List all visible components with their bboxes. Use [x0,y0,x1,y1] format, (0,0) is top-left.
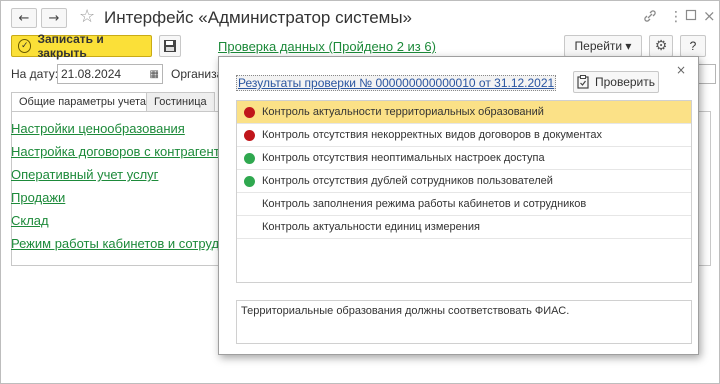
check-result-link[interactable]: Результаты проверки № 000000000000010 от… [236,75,557,91]
tab-hotel[interactable]: Гостиница [146,92,215,112]
check-item[interactable]: Контроль актуальности территориальных об… [237,101,691,124]
check-results-popup: × Результаты проверки № 000000000000010 … [218,56,699,355]
date-value: 21.08.2024 [61,67,122,81]
favorite-star-icon[interactable]: ☆ [79,6,95,27]
check-item-label: Контроль заполнения режима работы кабине… [262,198,587,210]
save-and-close-label: Записать и закрыть [37,32,104,60]
check-item[interactable]: Контроль заполнения режима работы кабине… [237,193,691,216]
check-item[interactable]: Контроль актуальности единиц измерения [237,216,691,239]
tab-general-settings[interactable]: Общие параметры учета [11,92,154,112]
clipboard-check-icon [577,75,589,89]
link-icon[interactable] [643,9,657,27]
checkmark-circle-icon: ✓ [18,39,32,53]
forward-button[interactable]: → [41,8,67,28]
check-item-label: Контроль отсутствия некорректных видов д… [262,129,603,141]
more-menu-icon[interactable]: ⋮ [669,9,683,25]
help-button[interactable]: ? [680,35,706,57]
check-item[interactable]: Контроль отсутствия некорректных видов д… [237,124,691,147]
settings-button[interactable]: ⚙ [649,35,673,57]
restore-icon[interactable] [685,9,697,25]
check-item-label: Контроль актуальности территориальных об… [262,106,544,118]
status-dot-empty [244,222,255,233]
status-dot-icon [244,175,255,187]
title-bar: ← → ☆ Интерфейс «Администратор системы» … [1,1,719,35]
check-item[interactable]: Контроль отсутствия неоптимальных настро… [237,147,691,170]
gear-icon: ⚙ [654,38,668,54]
check-item-label: Контроль актуальности единиц измерения [262,221,480,233]
status-dot-icon [244,106,255,118]
back-button[interactable]: ← [11,8,37,28]
goto-label: Перейти ▾ [574,39,632,53]
help-label: ? [689,39,697,53]
check-list: Контроль актуальности территориальных об… [236,100,692,283]
save-button[interactable] [159,35,181,57]
close-window-icon[interactable]: × [703,7,716,25]
data-check-link[interactable]: Проверка данных (Пройдено 2 из 6) [218,39,436,54]
save-and-close-button[interactable]: ✓ Записать и закрыть [11,32,152,60]
main-window: ← → ☆ Интерфейс «Администратор системы» … [0,0,720,384]
organization-field[interactable] [696,64,716,84]
close-icon[interactable]: × [676,63,686,77]
check-item-label: Контроль отсутствия дублей сотрудников п… [262,175,553,187]
status-dot-empty [244,199,255,210]
status-dot-icon [244,129,255,141]
floppy-disk-icon [164,40,176,52]
status-dot-icon [244,152,255,164]
run-check-button[interactable]: Проверить [573,71,659,93]
calendar-icon[interactable]: ▦ [150,66,159,84]
run-check-label: Проверить [594,75,655,89]
arrow-right-icon: → [48,10,60,26]
arrow-left-icon: ← [18,10,30,26]
window-title: Интерфейс «Администратор системы» [104,8,413,27]
goto-button[interactable]: Перейти ▾ [564,35,642,57]
check-description: Территориальные образования должны соотв… [236,300,692,344]
date-label: На дату: [11,67,59,81]
check-item-label: Контроль отсутствия неоптимальных настро… [262,152,545,164]
date-field[interactable]: 21.08.2024 ▦ [57,64,163,84]
check-item[interactable]: Контроль отсутствия дублей сотрудников п… [237,170,691,193]
